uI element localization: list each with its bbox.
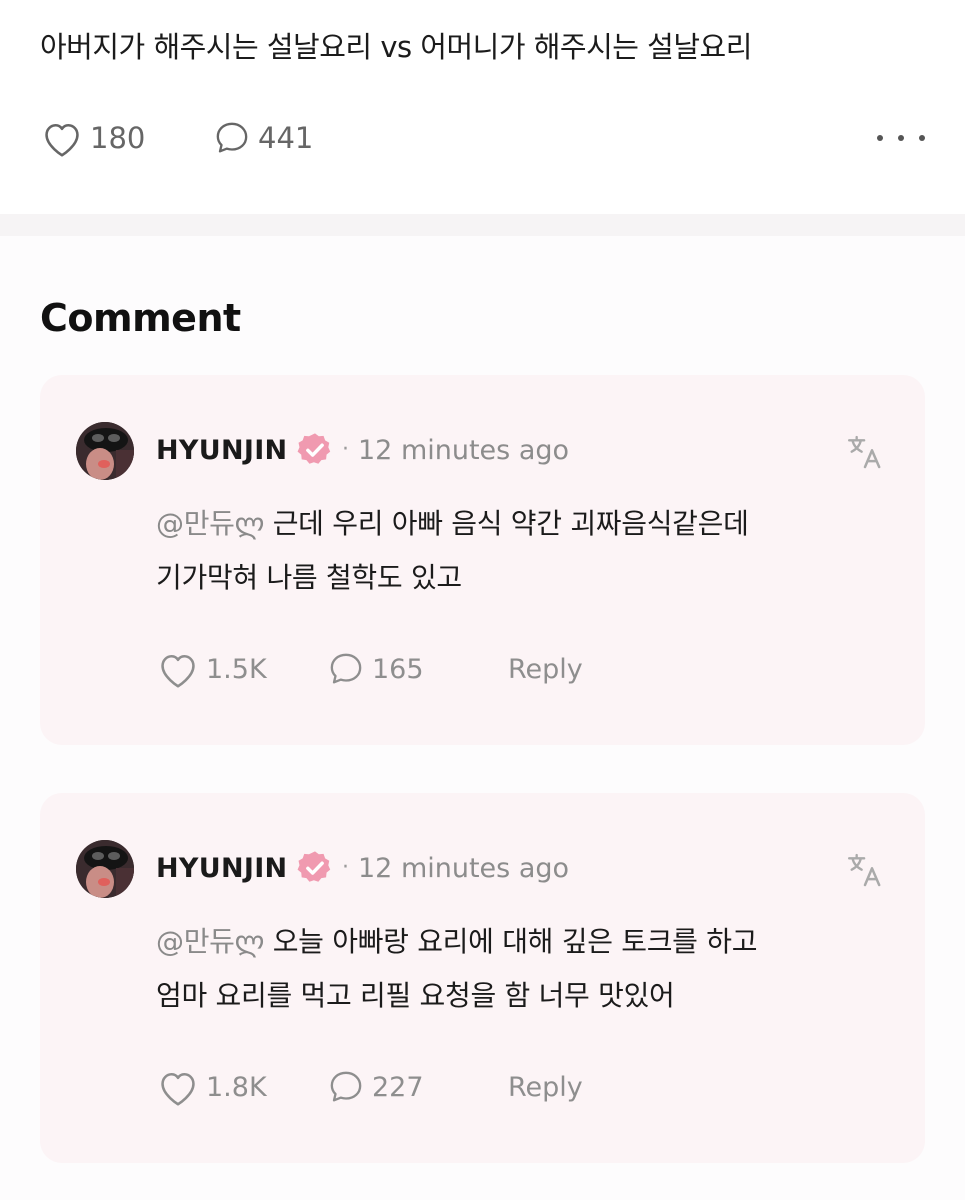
more-options-button[interactable] [877,124,925,152]
heart-icon [45,124,79,157]
avatar[interactable] [76,840,134,898]
meta-separator: · [342,855,349,880]
comment-text: 기가막혀 나름 철학도 있고 [156,561,462,594]
reply-button[interactable]: Reply [508,1072,583,1103]
comment-text: 오늘 아빠랑 요리에 대해 깊은 토크를 하고 [264,925,758,958]
comment-body: @만듀ლ 근데 우리 아빠 음식 약간 괴짜음식같은데 기가막혀 나름 철학도 … [156,497,896,605]
comment-mention[interactable]: @만듀ლ [156,507,264,540]
post-comment-button[interactable]: 441 [212,118,313,158]
comment-time: 12 minutes ago [358,853,570,884]
post-like-button[interactable]: 180 [40,118,212,158]
speech-bubble-icon [216,122,248,153]
more-dots-icon [877,135,883,141]
comment-actions: 1.5K 165 Reply [156,649,583,689]
heart-icon [161,1073,195,1106]
post-header: 아버지가 해주시는 설날요리 vs 어머니가 해주시는 설날요리 180 441 [0,0,965,214]
comment-actions: 1.8K 227 Reply [156,1067,583,1107]
comment-reply-count: 165 [372,653,424,685]
comment-like-count: 1.8K [206,1071,267,1103]
translate-icon[interactable] [845,850,885,890]
post-stats: 180 441 [40,118,313,158]
comment-reply-count: 227 [372,1071,424,1103]
comment-line: @만듀ლ 근데 우리 아빠 음식 약간 괴짜음식같은데 [156,497,896,551]
comment-text: 엄마 요리를 먹고 리필 요청을 함 너무 맛있어 [156,979,675,1012]
comment-text: 근데 우리 아빠 음식 약간 괴짜음식같은데 [264,507,749,540]
translate-icon[interactable] [845,432,885,472]
comment-like-button[interactable]: 1.5K [156,649,326,689]
comment-like-count: 1.5K [206,653,267,685]
comment-body: @만듀ლ 오늘 아빠랑 요리에 대해 깊은 토크를 하고 엄마 요리를 먹고 리… [156,915,896,1023]
verified-badge-icon [297,433,331,464]
avatar[interactable] [76,422,134,480]
more-dot [919,135,925,141]
comment-like-button[interactable]: 1.8K [156,1067,326,1107]
reply-button[interactable]: Reply [508,654,583,685]
section-divider [0,214,965,236]
comment-author[interactable]: HYUNJIN [156,853,287,884]
comment-card: HYUNJIN · 12 minutes ago @만듀ლ 오늘 아빠랑 요리에… [40,793,925,1163]
comment-mention[interactable]: @만듀ლ [156,925,264,958]
more-dot [898,135,904,141]
comment-time: 12 minutes ago [358,435,570,466]
comment-replies-button[interactable]: 165 [326,649,508,689]
comment-line: @만듀ლ 오늘 아빠랑 요리에 대해 깊은 토크를 하고 [156,915,896,969]
verified-badge-icon [297,851,331,882]
comment-author[interactable]: HYUNJIN [156,435,287,466]
post-title: 아버지가 해주시는 설날요리 vs 어머니가 해주시는 설날요리 [40,30,752,64]
comment-replies-button[interactable]: 227 [326,1067,508,1107]
post-comment-count: 441 [258,121,314,155]
comment-card: HYUNJIN · 12 minutes ago @만듀ლ 근데 우리 아빠 음… [40,375,925,745]
speech-bubble-icon [330,653,362,684]
meta-separator: · [342,437,349,462]
heart-icon [161,655,195,688]
post-like-count: 180 [90,121,146,155]
comments-section-title: Comment [40,296,241,340]
speech-bubble-icon [330,1071,362,1102]
